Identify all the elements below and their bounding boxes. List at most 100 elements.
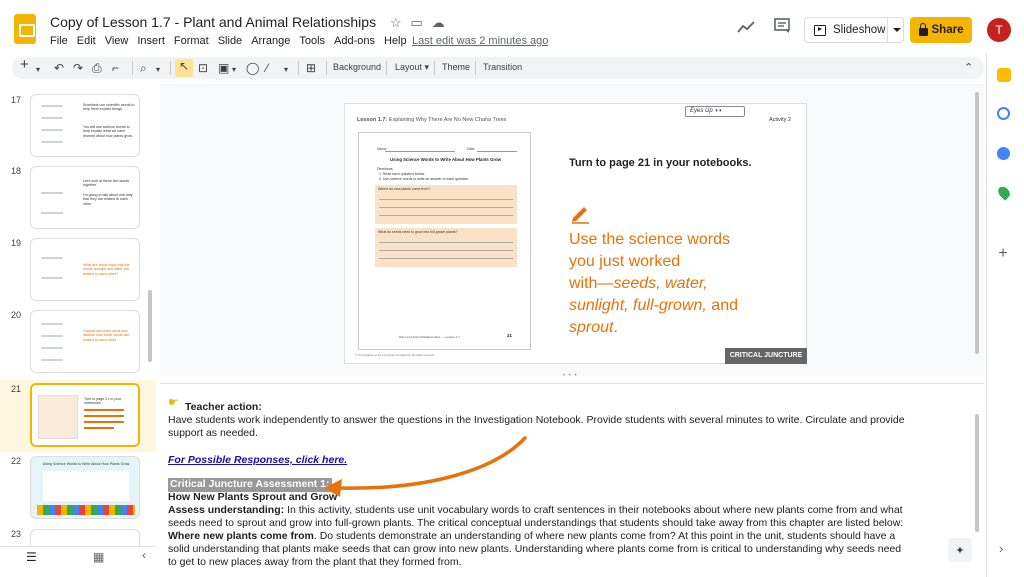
menu-help[interactable]: Help <box>384 35 407 47</box>
activity-dashboard-icon[interactable] <box>737 20 755 34</box>
thumb-text: I'm going to talk about one way that the… <box>83 193 133 206</box>
new-slide-dropdown-icon[interactable]: ▾ <box>36 63 40 77</box>
document-title-text[interactable]: Copy of Lesson 1.7 - Plant and Animal Re… <box>50 14 376 30</box>
slide-thumbnail-20[interactable]: Choose two word cards and discuss how th… <box>30 310 140 373</box>
assess-text: In this activity, students use unit voca… <box>284 504 903 516</box>
layout-button[interactable]: Layout ▾ <box>395 62 429 73</box>
slideshow-button[interactable]: Slideshow <box>804 17 904 43</box>
menu-edit[interactable]: Edit <box>77 35 96 47</box>
document-title[interactable]: Copy of Lesson 1.7 - Plant and Animal Re… <box>50 14 445 31</box>
filmstrip-scrollbar[interactable] <box>148 290 152 362</box>
collapse-toolbar-icon[interactable]: ⌃ <box>964 61 973 75</box>
eyes-up-badge: Eyes Up ◑◑ <box>685 106 745 117</box>
where-label: Where new plants come from <box>168 530 314 542</box>
body-line-1: Use the science words <box>569 231 730 248</box>
slide-number: 19 <box>11 238 22 248</box>
current-slide[interactable]: Lesson 1.7: Explaining Why There Are No … <box>344 103 807 364</box>
explore-button[interactable]: ✦ <box>948 538 972 562</box>
print-icon[interactable]: ⎙ <box>92 61 102 75</box>
expand-side-panel-icon[interactable]: › <box>999 540 1009 558</box>
slide-instruction: Turn to page 21 in your notebooks. <box>569 157 752 169</box>
thumb-text: Let's look at these two words together. <box>83 179 130 188</box>
insert-image-icon[interactable]: ▣ <box>218 61 229 75</box>
body-line-5-words: sprout <box>569 319 614 336</box>
slide-number: 18 <box>11 166 22 176</box>
image-dropdown-icon[interactable]: ▾ <box>232 63 236 77</box>
worksheet-directions: Directions: <box>377 167 394 171</box>
notes-scrollbar[interactable] <box>975 414 979 532</box>
slide-thumbnail-21[interactable]: Turn to page 21 in your notebooks. <box>30 383 140 447</box>
redo-icon[interactable]: ↷ <box>73 61 83 75</box>
share-button[interactable]: Share <box>910 17 972 43</box>
worksheet-question-1: Where do new plants come from? <box>375 185 517 224</box>
slideshow-separator <box>887 18 888 42</box>
slide-thumbnail-19[interactable]: What are some ways that the words sunlig… <box>30 238 140 301</box>
toolbar-divider <box>298 61 299 75</box>
activity-label: Activity 2 <box>769 117 792 123</box>
thumb-text: You will use science words to help expla… <box>83 125 133 138</box>
slides-logo-icon[interactable] <box>14 14 36 44</box>
menu-slide[interactable]: Slide <box>218 35 242 47</box>
worksheet-direction-2: 2. Use science words to write an answer … <box>379 177 470 181</box>
keep-icon[interactable] <box>997 68 1011 82</box>
add-comment-icon[interactable]: ⊞ <box>306 61 316 75</box>
lock-icon <box>918 22 928 36</box>
get-addons-icon[interactable]: + <box>997 245 1009 263</box>
eyes-up-label: Eyes Up <box>690 108 713 114</box>
menu-arrange[interactable]: Arrange <box>251 35 290 47</box>
zoom-icon[interactable]: ⌕ <box>140 61 147 75</box>
notes-paragraph-line: support as needed. <box>168 427 258 439</box>
grid-view-icon[interactable]: ▦ <box>93 550 104 564</box>
menu-view[interactable]: View <box>105 35 129 47</box>
avatar[interactable]: T <box>987 18 1011 42</box>
theme-button[interactable]: Theme <box>442 62 470 72</box>
slide-thumbnail-18[interactable]: Let's look at these two words together. … <box>30 166 140 229</box>
menu-addons[interactable]: Add-ons <box>334 35 375 47</box>
thumb-text: Choose two word cards and discuss how th… <box>83 329 130 342</box>
menu-format[interactable]: Format <box>174 35 209 47</box>
select-cursor-icon[interactable]: ↖ <box>175 59 193 77</box>
tasks-icon[interactable] <box>997 107 1010 120</box>
paint-format-icon[interactable]: ⌐ <box>112 61 119 75</box>
worksheet-title: Using Science Words to Write About How P… <box>390 157 501 162</box>
slide-number: 17 <box>11 95 22 105</box>
new-slide-icon[interactable]: + <box>20 57 29 72</box>
thumb-text: Turn to page 21 in your notebooks. <box>84 397 122 406</box>
line-dropdown-icon[interactable]: ▾ <box>284 63 288 77</box>
body-line-5: sprout. <box>569 317 738 339</box>
share-label: Share <box>931 24 964 36</box>
thumb-text: Scientists use scientific words to help … <box>83 103 135 112</box>
star-icon[interactable]: ☆ <box>390 15 402 30</box>
comment-history-icon[interactable] <box>773 18 791 34</box>
toolbar-divider <box>475 61 476 75</box>
contacts-icon[interactable] <box>997 147 1010 160</box>
cloud-status-icon[interactable]: ☁ <box>432 15 445 30</box>
slide-thumbnail-17[interactable]: Scientists use scientific words to help … <box>30 94 140 157</box>
notes-paragraph-line: to get to new places away from the plant… <box>168 556 462 568</box>
resize-handle-icon[interactable]: • • • <box>563 373 578 379</box>
menu-insert[interactable]: Insert <box>137 35 165 47</box>
line-icon[interactable]: ⁄ <box>266 61 268 75</box>
worksheet-copyright: © The Regents of the University of Calif… <box>355 353 435 357</box>
zoom-dropdown-icon[interactable]: ▾ <box>156 63 160 77</box>
assess-label: Assess understanding: <box>168 504 285 516</box>
slide-number: 20 <box>11 310 22 320</box>
filmstrip-footer <box>0 546 156 577</box>
shape-icon[interactable]: ◯ <box>246 61 259 75</box>
move-folder-icon[interactable]: ▭ <box>411 15 423 30</box>
lesson-number: Lesson 1.7: <box>357 117 388 123</box>
slideshow-dropdown-icon[interactable] <box>893 28 901 32</box>
slide-number: 23 <box>11 529 22 539</box>
list-view-icon[interactable]: ☰ <box>26 550 37 564</box>
slide-thumbnail-22[interactable]: Using Science Words to Write About How P… <box>30 456 140 519</box>
menu-tools[interactable]: Tools <box>299 35 325 47</box>
undo-icon[interactable]: ↶ <box>54 61 64 75</box>
canvas-scrollbar[interactable] <box>975 92 979 354</box>
background-button[interactable]: Background <box>333 62 381 72</box>
transition-button[interactable]: Transition <box>483 62 522 72</box>
last-edit-link[interactable]: Last edit was 2 minutes ago <box>412 35 548 47</box>
slide-thumbnail-23[interactable] <box>30 529 140 546</box>
menu-file[interactable]: File <box>50 35 68 47</box>
collapse-filmstrip-icon[interactable]: ‹ <box>142 548 146 562</box>
text-box-icon[interactable]: ⊡ <box>198 61 208 75</box>
